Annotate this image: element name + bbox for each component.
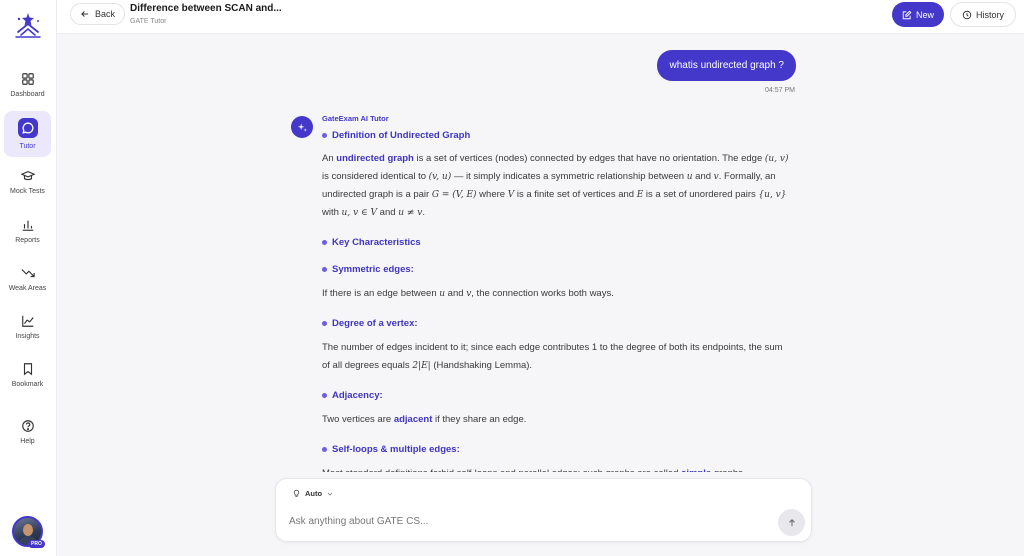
new-chat-button[interactable]: New [892, 2, 944, 27]
sidebar-item-weak-areas[interactable]: Weak Areas [4, 256, 51, 302]
sidebar-item-bookmark[interactable]: Bookmark [4, 352, 51, 398]
new-button-label: New [915, 9, 934, 20]
sidebar-item-label: Tutor [19, 143, 36, 150]
edit-icon [902, 10, 912, 19]
avatar-face [23, 524, 33, 536]
mode-selector[interactable]: Auto [292, 489, 334, 498]
app-logo-icon[interactable] [13, 10, 43, 40]
response-heading: Definition of Undirected Graph [322, 128, 792, 142]
ai-tutor-avatar [291, 116, 313, 138]
heading-text: Self-loops & multiple edges: [332, 443, 460, 455]
arrow-up-icon [788, 518, 795, 526]
response-heading: Symmetric edges: [322, 262, 792, 276]
bullet-dot [322, 446, 327, 452]
top-header: Back Difference between SCAN and... GATE… [57, 0, 1024, 34]
sidebar-item-label: Reports [15, 237, 40, 244]
sidebar-item-label: Dashboard [10, 91, 45, 98]
page-subtitle: GATE Tutor [130, 18, 167, 25]
help-circle-icon [21, 420, 34, 432]
sidebar-item-label: Help [20, 438, 35, 445]
clock-icon [962, 10, 972, 19]
user-message-bubble: whatis undirected graph ? [657, 50, 796, 81]
sidebar-item-help[interactable]: Help [4, 409, 51, 455]
arrow-left-icon [81, 11, 89, 17]
bullet-dot [322, 266, 327, 272]
heading-text: Key Characteristics [332, 236, 421, 248]
bookmark-icon [23, 363, 32, 376]
response-heading: Key Characteristics [322, 235, 792, 249]
response-paragraph: Two vertices are adjacent if they share … [322, 414, 527, 425]
message-composer: Auto [275, 478, 812, 542]
chat-input[interactable] [289, 511, 759, 531]
response-paragraph: If there is an edge between u and v, the… [322, 288, 614, 299]
sidebar-item-reports[interactable]: Reports [4, 208, 51, 254]
graduation-cap-icon [20, 171, 35, 181]
history-button-label: History [975, 9, 1004, 20]
response-heading: Self-loops & multiple edges: [322, 442, 792, 456]
bar-chart-icon [22, 220, 33, 231]
back-button-label: Back [95, 9, 116, 19]
history-button[interactable]: History [950, 2, 1016, 27]
response-paragraph: The number of edges incident to it; sinc… [322, 342, 783, 371]
heading-text: Degree of a vertex: [332, 317, 418, 329]
sidebar: Dashboard Tutor Mock Tests Reports Weak … [0, 0, 57, 556]
ai-tutor-name: GateExam AI Tutor [322, 114, 389, 123]
ai-response-body: Definition of Undirected Graph An undire… [322, 127, 792, 472]
chevron-down-icon [327, 492, 333, 496]
sidebar-item-label: Insights [15, 333, 40, 340]
response-heading: Adjacency: [322, 388, 792, 402]
response-paragraph: An undirected graph is a set of vertices… [322, 153, 789, 218]
bullet-dot [322, 239, 327, 245]
sidebar-item-label: Weak Areas [8, 285, 47, 292]
page-title: Difference between SCAN and... [130, 3, 282, 14]
back-button[interactable]: Back [70, 3, 126, 25]
bullet-dot [322, 320, 327, 326]
heading-text: Symmetric edges: [332, 263, 414, 275]
sidebar-item-tutor[interactable]: Tutor [4, 111, 51, 157]
sparkles-icon [297, 122, 307, 132]
trending-down-icon [20, 269, 35, 278]
chat-bubble-icon [21, 122, 34, 134]
bullet-dot [322, 132, 327, 138]
send-button[interactable] [778, 509, 805, 536]
tutor-icon-wrapper [17, 118, 38, 138]
response-heading: Degree of a vertex: [322, 316, 792, 330]
heading-text: Definition of Undirected Graph [332, 129, 471, 141]
mode-label: Auto [305, 489, 323, 498]
message-timestamp: 04:57 PM [765, 87, 795, 94]
pro-badge: PRO [28, 540, 45, 548]
sidebar-item-mock-tests[interactable]: Mock Tests [4, 159, 51, 205]
sidebar-item-dashboard[interactable]: Dashboard [4, 62, 51, 108]
lightbulb-icon [293, 489, 300, 497]
sidebar-item-label: Bookmark [11, 381, 44, 388]
line-chart-icon [21, 315, 34, 327]
dashboard-icon [21, 73, 34, 85]
sidebar-item-label: Mock Tests [10, 188, 45, 195]
sidebar-item-insights[interactable]: Insights [4, 304, 51, 350]
heading-text: Adjacency: [332, 389, 383, 401]
response-paragraph: Most standard definitions forbid self-lo… [322, 465, 792, 472]
bullet-dot [322, 392, 327, 398]
